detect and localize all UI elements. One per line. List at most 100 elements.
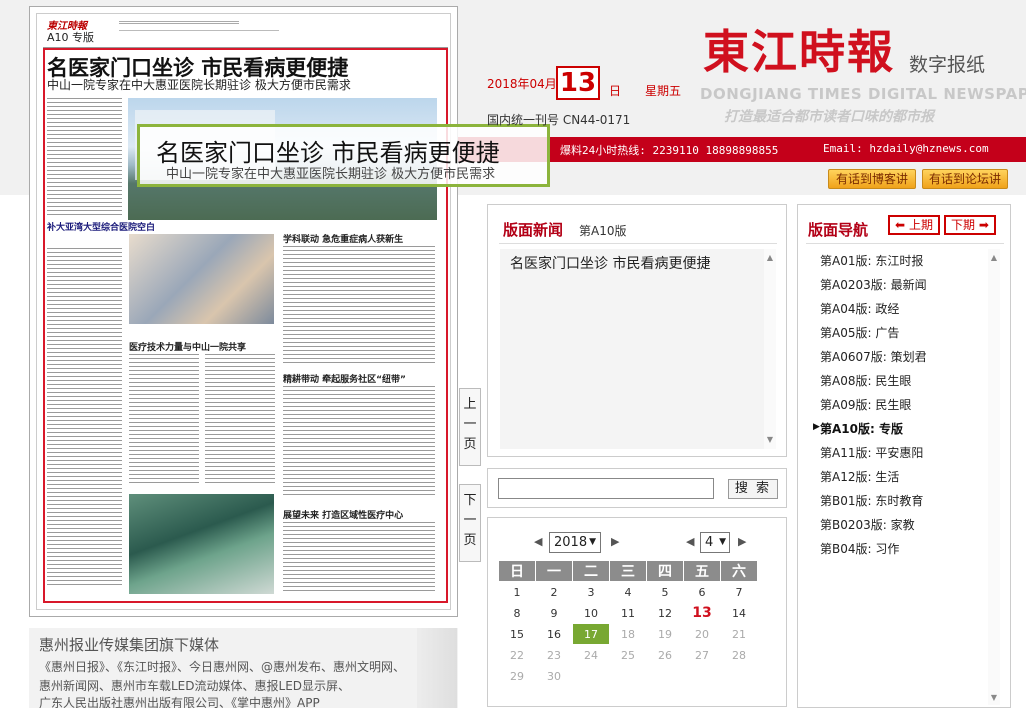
calendar-day[interactable]: 15 (498, 623, 536, 645)
month-value: 4 (705, 535, 714, 550)
calendar-day[interactable]: 14 (720, 602, 758, 624)
text-column (205, 354, 275, 486)
calendar-week-row: 1 2 3 4 5 6 7 (498, 581, 758, 603)
building-graphic (417, 628, 457, 708)
calendar-day: 20 (683, 623, 721, 645)
nav-item-b01[interactable]: 第B01版: 东时教育 (820, 492, 923, 509)
weekday-label: 一 (535, 560, 573, 582)
calendar-day[interactable]: 10 (572, 602, 610, 624)
text-column (47, 98, 122, 216)
nav-item-b0203[interactable]: 第B0203版: 家教 (820, 516, 915, 533)
arrow-right-icon: ➡ (978, 218, 989, 232)
calendar-header-row: 日 一 二 三 四 五 六 (498, 560, 758, 582)
page-section-head: 展望未来 打造区域性医疗中心 (283, 511, 404, 521)
calendar-day[interactable]: 16 (535, 623, 573, 645)
text-column (129, 354, 199, 486)
forum-button[interactable]: 有话到论坛讲 (922, 169, 1008, 189)
prev-year-icon[interactable]: ◀ (534, 535, 542, 548)
month-select[interactable]: 4 ▼ (700, 532, 730, 553)
nav-list-scrollbar[interactable]: ▲ ▼ (988, 249, 1000, 705)
calendar-day[interactable]: 12 (646, 602, 684, 624)
prev-month-icon[interactable]: ◀ (686, 535, 694, 548)
nav-item-a05[interactable]: 第A05版: 广告 (820, 324, 899, 341)
calendar-day: 25 (609, 644, 647, 666)
next-year-icon[interactable]: ▶ (611, 535, 619, 548)
scroll-up-icon[interactable]: ▲ (764, 253, 776, 262)
year-select[interactable]: 2018 ▼ (549, 532, 601, 553)
page-section-head: 精耕带动 牵起服务社区“纽带” (283, 375, 406, 385)
logo-text: 東江時報 (703, 25, 895, 79)
scroll-down-icon[interactable]: ▼ (764, 435, 776, 444)
next-month-icon[interactable]: ▶ (738, 535, 746, 548)
next-page-button[interactable]: 下一页 (459, 484, 481, 562)
date-weekday: 星期五 (645, 84, 682, 98)
calendar-day-empty (572, 665, 610, 687)
weekday-label: 日 (498, 560, 536, 582)
calendar-day: 23 (535, 644, 573, 666)
nav-item-a01[interactable]: 第A01版: 东江时报 (820, 252, 923, 269)
news-list-item[interactable]: 名医家门口坐诊 市民看病更便捷 (510, 253, 710, 273)
text-column (283, 522, 435, 592)
article-tooltip: 名医家门口坐诊 市民看病更便捷 中山一院专家在中大惠亚医院长期驻诊 极大方便市民… (137, 124, 550, 187)
page-edition-label: A10 专版 (47, 31, 95, 44)
logo-slogan: 打造最适合都市读者口味的都市报 (724, 109, 934, 125)
newspaper-page-image[interactable]: 東江時報 A10 专版 名医家门口坐诊 市民看病更便捷 中山一院专家在中大惠亚医… (36, 13, 451, 610)
calendar-day[interactable]: 8 (498, 602, 536, 624)
calendar-day-empty (683, 665, 721, 687)
news-list: 名医家门口坐诊 市民看病更便捷 (500, 249, 764, 449)
media-line[interactable]: 广东人民出版社惠州出版有限公司、《掌中惠州》APP (39, 694, 320, 708)
page-nav-panel: 版面导航 ⬅ 上期 下期 ➡ 第A01版: 东江时报 第A0203版: 最新闻 … (797, 204, 1011, 708)
nav-item-b04[interactable]: 第B04版: 习作 (820, 540, 899, 557)
media-title: 惠州报业传媒集团旗下媒体 (39, 636, 220, 654)
page-masthead-rule (119, 21, 239, 24)
nav-item-a0607[interactable]: 第A0607版: 策划君 (820, 348, 927, 365)
nav-item-a09[interactable]: 第A09版: 民生眼 (820, 396, 911, 413)
calendar-week-row: 29 30 (498, 665, 758, 687)
nav-item-a08[interactable]: 第A08版: 民生眼 (820, 372, 911, 389)
calendar-day-selected[interactable]: 17 (572, 623, 610, 645)
logo-english: DONGJIANG TIMES DIGITAL NEWSPAPER (700, 85, 1026, 103)
nav-item-a12[interactable]: 第A12版: 生活 (820, 468, 899, 485)
calendar-day-today[interactable]: 13 (683, 602, 721, 624)
text-column (47, 248, 122, 588)
scroll-up-icon[interactable]: ▲ (988, 253, 1000, 262)
calendar-week-row: 22 23 24 25 26 27 28 (498, 644, 758, 666)
scroll-down-icon[interactable]: ▼ (988, 693, 1000, 702)
calendar-grid: 日 一 二 三 四 五 六 1 2 3 4 5 6 7 8 9 10 11 12… (498, 560, 758, 687)
blog-button[interactable]: 有话到博客讲 (828, 169, 916, 189)
calendar-day[interactable]: 1 (498, 581, 536, 603)
nav-item-a0203[interactable]: 第A0203版: 最新闻 (820, 276, 927, 293)
calendar-day[interactable]: 11 (609, 602, 647, 624)
prev-issue-button[interactable]: ⬅ 上期 (888, 215, 940, 235)
logo-subtitle: 数字报纸 (909, 54, 986, 76)
page-subhead: 中山一院专家在中大惠亚医院长期驻诊 极大方便市民需求 (47, 78, 351, 92)
calendar-day: 30 (535, 665, 573, 687)
search-button[interactable]: 搜 索 (728, 479, 778, 499)
nav-item-a10-current[interactable]: 第A10版: 专版 (820, 420, 903, 437)
calendar-day: 22 (498, 644, 536, 666)
calendar-day[interactable]: 5 (646, 581, 684, 603)
calendar-day[interactable]: 6 (683, 581, 721, 603)
calendar-day-empty (609, 665, 647, 687)
page-masthead: 東江時報 A10 专版 (43, 14, 448, 48)
weekday-label: 二 (572, 560, 610, 582)
calendar-day[interactable]: 2 (535, 581, 573, 603)
calendar-day: 24 (572, 644, 610, 666)
text-column (283, 246, 435, 366)
media-line[interactable]: 《惠州日报》、《东江时报》、今日惠州网、@惠州发布、惠州文明网、 (39, 658, 405, 675)
nav-item-a04[interactable]: 第A04版: 政经 (820, 300, 899, 317)
weekday-label: 六 (720, 560, 758, 582)
newspaper-page[interactable]: 東江時報 A10 专版 名医家门口坐诊 市民看病更便捷 中山一院专家在中大惠亚医… (29, 6, 458, 617)
prev-page-button[interactable]: 上一页 (459, 388, 481, 466)
search-input[interactable] (498, 478, 714, 499)
news-list-scrollbar[interactable]: ▲ ▼ (764, 249, 776, 449)
calendar-day[interactable]: 9 (535, 602, 573, 624)
calendar-day[interactable]: 4 (609, 581, 647, 603)
calendar-week-row: 15 16 17 18 19 20 21 (498, 623, 758, 645)
next-issue-button[interactable]: 下期 ➡ (944, 215, 996, 235)
nav-item-a11[interactable]: 第A11版: 平安惠阳 (820, 444, 923, 461)
media-line[interactable]: 惠州新闻网、惠州市车载LED流动媒体、惠报LED显示屏、 (39, 677, 350, 694)
calendar-day[interactable]: 3 (572, 581, 610, 603)
calendar-day[interactable]: 7 (720, 581, 758, 603)
page-news-panel: 版面新闻 第A10版 名医家门口坐诊 市民看病更便捷 ▲ ▼ (487, 204, 787, 457)
